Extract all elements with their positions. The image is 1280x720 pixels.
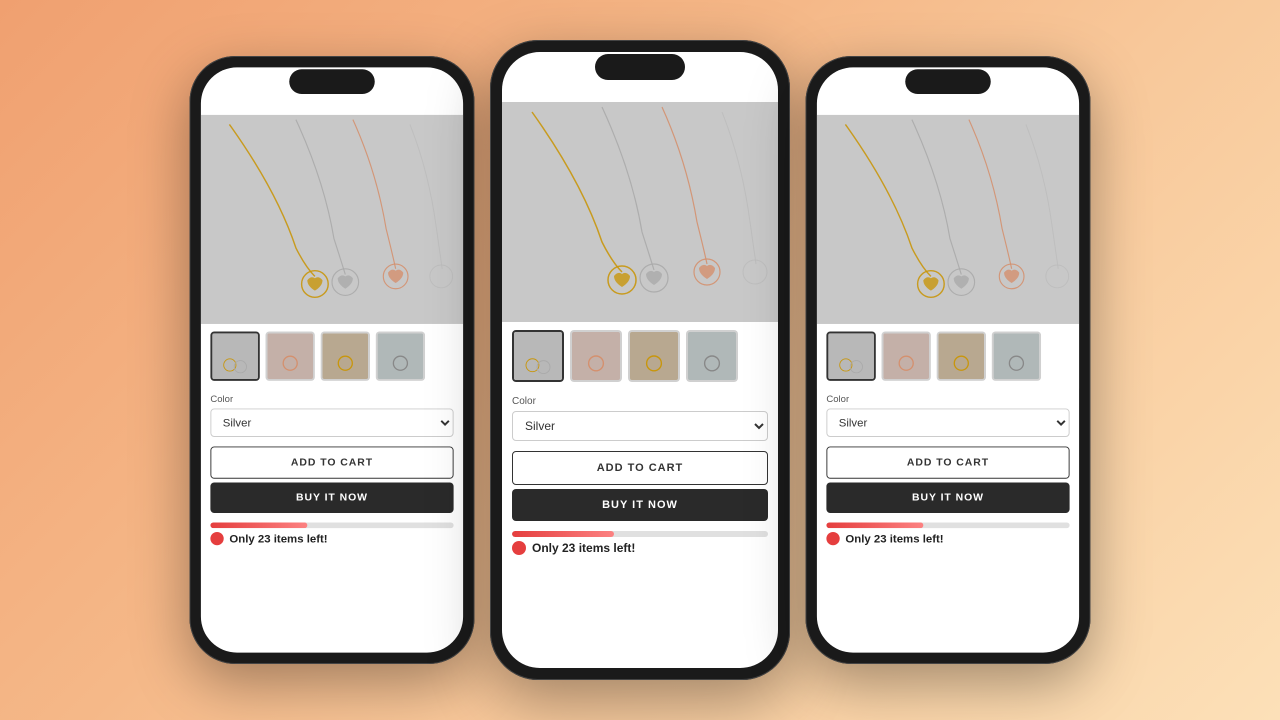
thumbnail-1-center[interactable] xyxy=(512,330,564,382)
product-image-center xyxy=(502,102,778,322)
phone-screen-left: Color Silver Gold Rose Gold ADD TO CART … xyxy=(201,67,463,652)
color-section-left: Color Silver Gold Rose Gold xyxy=(201,389,463,441)
phone-frame-center: Color Silver Gold Rose Gold ADD TO CART … xyxy=(490,40,790,680)
phones-container: Color Silver Gold Rose Gold ADD TO CART … xyxy=(0,0,1280,720)
stock-text-row-right: Only 23 items left! xyxy=(826,532,1069,545)
color-select-left[interactable]: Silver Gold Rose Gold xyxy=(210,408,453,437)
phone-frame-right: Color Silver Gold Rose Gold ADD TO CART … xyxy=(806,56,1091,664)
dynamic-island-left xyxy=(289,69,375,94)
screen-content-center: Color Silver Gold Rose Gold ADD TO CART … xyxy=(502,52,778,668)
color-label-left: Color xyxy=(210,394,453,404)
thumbnail-3-left[interactable] xyxy=(321,332,370,381)
screen-content-right: Color Silver Gold Rose Gold ADD TO CART … xyxy=(817,67,1079,652)
thumbnail-4-center[interactable] xyxy=(686,330,738,382)
product-image-left xyxy=(201,115,463,324)
add-to-cart-button-left[interactable]: ADD TO CART xyxy=(210,446,453,478)
thumbnail-2-left[interactable] xyxy=(266,332,315,381)
thumbnail-4-left[interactable] xyxy=(376,332,425,381)
color-label-right: Color xyxy=(826,394,1069,404)
product-image-right xyxy=(817,115,1079,324)
add-to-cart-button-right[interactable]: ADD TO CART xyxy=(826,446,1069,478)
color-select-right[interactable]: Silver Gold Rose Gold xyxy=(826,408,1069,437)
stock-text-row-left: Only 23 items left! xyxy=(210,532,453,545)
thumbnail-2-center[interactable] xyxy=(570,330,622,382)
stock-bar-center xyxy=(512,531,768,537)
stock-text-right: Only 23 items left! xyxy=(845,532,943,545)
dynamic-island-center xyxy=(595,54,685,80)
thumbnail-strip-left xyxy=(201,324,463,389)
buy-now-button-center[interactable]: BUY IT NOW xyxy=(512,489,768,521)
thumbnail-1-left[interactable] xyxy=(210,332,259,381)
screen-content-left: Color Silver Gold Rose Gold ADD TO CART … xyxy=(201,67,463,652)
stock-text-row-center: Only 23 items left! xyxy=(512,541,768,555)
thumbnail-1-right[interactable] xyxy=(826,332,875,381)
stock-dot-right xyxy=(826,532,839,545)
color-label-center: Color xyxy=(512,396,768,407)
phone-screen-center: Color Silver Gold Rose Gold ADD TO CART … xyxy=(502,52,778,668)
phone-right: Color Silver Gold Rose Gold ADD TO CART … xyxy=(798,40,1098,680)
stock-bar-right xyxy=(826,522,1069,528)
add-to-cart-button-center[interactable]: ADD TO CART xyxy=(512,451,768,485)
thumbnail-2-right[interactable] xyxy=(882,332,931,381)
stock-section-right: Only 23 items left! xyxy=(817,519,1079,553)
thumbnail-3-right[interactable] xyxy=(937,332,986,381)
stock-text-center: Only 23 items left! xyxy=(532,541,635,555)
phone-frame-left: Color Silver Gold Rose Gold ADD TO CART … xyxy=(190,56,475,664)
stock-bar-fill-right xyxy=(826,522,923,528)
phone-screen-right: Color Silver Gold Rose Gold ADD TO CART … xyxy=(817,67,1079,652)
stock-bar-left xyxy=(210,522,453,528)
phone-center: Color Silver Gold Rose Gold ADD TO CART … xyxy=(490,40,790,680)
color-section-right: Color Silver Gold Rose Gold xyxy=(817,389,1079,441)
buy-now-button-right[interactable]: BUY IT NOW xyxy=(826,483,1069,513)
stock-bar-fill-center xyxy=(512,531,614,537)
dynamic-island-right xyxy=(905,69,991,94)
stock-section-center: Only 23 items left! xyxy=(502,527,778,563)
thumbnail-3-center[interactable] xyxy=(628,330,680,382)
thumbnail-strip-right xyxy=(817,324,1079,389)
stock-text-left: Only 23 items left! xyxy=(229,532,327,545)
phone-left: Color Silver Gold Rose Gold ADD TO CART … xyxy=(182,40,482,680)
stock-dot-center xyxy=(512,541,526,555)
buy-now-button-left[interactable]: BUY IT NOW xyxy=(210,483,453,513)
stock-section-left: Only 23 items left! xyxy=(201,519,463,553)
thumbnail-strip-center xyxy=(502,322,778,390)
color-section-center: Color Silver Gold Rose Gold xyxy=(502,390,778,445)
thumbnail-4-right[interactable] xyxy=(992,332,1041,381)
stock-dot-left xyxy=(210,532,223,545)
stock-bar-fill-left xyxy=(210,522,307,528)
color-select-center[interactable]: Silver Gold Rose Gold xyxy=(512,411,768,441)
